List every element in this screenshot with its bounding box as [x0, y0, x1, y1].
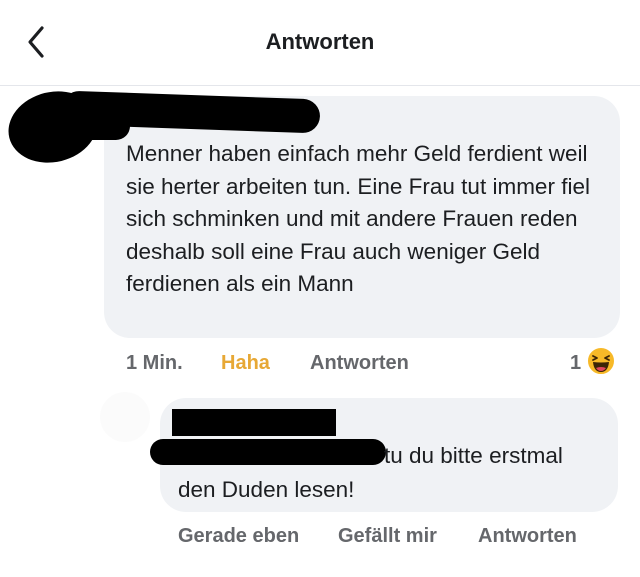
- avatar[interactable]: [100, 392, 150, 442]
- reply-button[interactable]: Antworten: [310, 352, 409, 375]
- redacted-mention: [150, 439, 386, 465]
- top-bar: Antworten: [0, 0, 640, 86]
- reaction-count[interactable]: 1: [570, 352, 581, 375]
- like-button[interactable]: Gefällt mir: [338, 525, 437, 548]
- reply-to-reply-button[interactable]: Antworten: [478, 525, 577, 548]
- haha-reaction-button[interactable]: Haha: [221, 352, 270, 375]
- reply-text-line-2: den Duden lesen!: [178, 477, 355, 502]
- comment-text: Menner haben einfach mehr Geld ferdient …: [126, 141, 590, 296]
- comment-timestamp: 1 Min.: [126, 352, 183, 374]
- page-title: Antworten: [265, 29, 375, 54]
- reply-timestamp: Gerade eben: [178, 525, 300, 547]
- redacted-reply-author-name: [172, 409, 336, 436]
- reply-text-line-1: tu du bitte erstmal: [384, 443, 563, 468]
- haha-emoji-icon[interactable]: [586, 346, 616, 376]
